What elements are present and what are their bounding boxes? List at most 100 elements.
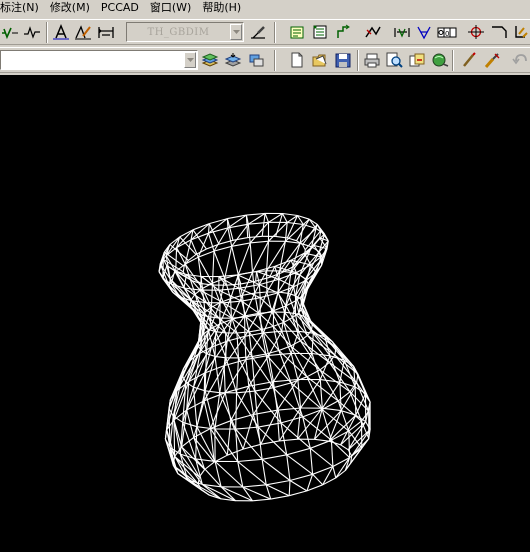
- menu-modify[interactable]: 修改(M): [44, 1, 95, 15]
- menu-window[interactable]: 窗口(W): [144, 1, 196, 15]
- wire-edge: [348, 430, 351, 458]
- layer-state-icon[interactable]: [223, 51, 243, 69]
- wire-edge: [231, 316, 247, 319]
- wire-edge: [330, 440, 334, 467]
- wire-edge: [203, 400, 212, 429]
- new-file-icon[interactable]: [287, 51, 307, 69]
- match-properties-icon[interactable]: [459, 51, 479, 69]
- wire-edge: [179, 453, 203, 485]
- wire-edge: [289, 490, 308, 497]
- wire-edge: [259, 314, 262, 330]
- dimension-check-icon[interactable]: [0, 23, 20, 41]
- wire-edge: [340, 444, 349, 451]
- dimension-style-combo[interactable]: TH_GBDIM: [126, 22, 244, 42]
- wire-edge: [238, 356, 253, 359]
- wire-edge: [309, 447, 334, 467]
- surface-finish-icon[interactable]: [414, 23, 434, 41]
- toolbar-separator: [274, 50, 276, 71]
- wire-edge: [214, 355, 226, 359]
- wire-edge: [213, 250, 226, 279]
- wire-edge: [231, 223, 249, 247]
- menu-pccad[interactable]: PCCAD: [95, 1, 144, 15]
- wire-edge: [302, 244, 306, 250]
- undo-icon[interactable]: [510, 51, 530, 69]
- wire-edge: [278, 350, 292, 384]
- render-icon[interactable]: [430, 51, 450, 69]
- wire-edge: [259, 278, 279, 286]
- wire-edge: [182, 422, 197, 460]
- wire-edge: [273, 382, 292, 389]
- wire-edge: [311, 352, 331, 357]
- layer-previous-icon[interactable]: [246, 51, 266, 69]
- open-file-icon[interactable]: [310, 51, 330, 69]
- wire-edge: [204, 461, 215, 470]
- menu-help[interactable]: 帮助(H): [196, 1, 246, 15]
- toolbar-separator: [357, 50, 359, 71]
- wire-edge: [312, 465, 334, 475]
- print-icon[interactable]: [362, 51, 382, 69]
- wire-edge: [249, 329, 262, 333]
- edit-dimension-icon[interactable]: [73, 23, 93, 41]
- tolerance-frame-icon[interactable]: 0: [437, 23, 457, 41]
- wire-edge: [249, 242, 254, 273]
- hole-table-icon[interactable]: [310, 23, 330, 41]
- chevron-down-icon[interactable]: [230, 24, 242, 40]
- toolbar-separator: [274, 22, 276, 43]
- chevron-down-icon[interactable]: [184, 52, 196, 68]
- wire-edge: [247, 224, 251, 243]
- wire-edge: [306, 484, 323, 492]
- wire-edge: [237, 270, 257, 276]
- break-line-icon[interactable]: [22, 23, 42, 41]
- wire-edge: [237, 458, 263, 463]
- wire-edge: [237, 242, 251, 275]
- wire-edge: [306, 474, 314, 492]
- wire-edge: [351, 429, 371, 457]
- wire-edge: [273, 292, 279, 311]
- wire-edge: [268, 222, 288, 242]
- layer-combo[interactable]: [0, 50, 198, 70]
- vase-wireframe-model: [158, 212, 371, 502]
- toolbar-separator: [46, 22, 48, 43]
- wire-edge: [286, 447, 311, 456]
- dimension-update-icon[interactable]: [248, 23, 268, 41]
- wire-edge: [235, 426, 259, 430]
- layer-manager-icon[interactable]: [200, 51, 220, 69]
- wire-edge: [196, 390, 206, 427]
- wire-edge: [190, 239, 199, 258]
- leader-icon[interactable]: [287, 23, 307, 41]
- fit-tolerance-icon[interactable]: [512, 23, 530, 41]
- save-icon[interactable]: [333, 51, 353, 69]
- model-viewport[interactable]: [0, 75, 530, 552]
- brush-icon[interactable]: [482, 51, 502, 69]
- plot-preview-icon[interactable]: [384, 51, 404, 69]
- wire-edge: [298, 331, 313, 354]
- wire-edge: [244, 332, 264, 337]
- text-style-icon[interactable]: [51, 23, 71, 41]
- wire-edge: [288, 480, 291, 496]
- menu-dimension[interactable]: 标注(N): [0, 1, 44, 15]
- wire-edge: [252, 498, 271, 502]
- wire-edge: [236, 357, 240, 393]
- publish-icon[interactable]: [407, 51, 427, 69]
- welding-icon[interactable]: [363, 23, 383, 41]
- wire-edge: [238, 284, 260, 289]
- wire-edge: [287, 237, 297, 242]
- wire-edge: [207, 223, 210, 234]
- wire-edge: [279, 438, 298, 442]
- center-mark-icon[interactable]: [466, 23, 486, 41]
- roughness-icon[interactable]: [392, 23, 412, 41]
- dimension-style-value: TH_GBDIM: [147, 26, 210, 38]
- wire-edge: [365, 393, 371, 403]
- datum-icon[interactable]: [333, 23, 353, 41]
- section-line-icon[interactable]: [489, 23, 509, 41]
- wire-edge: [182, 266, 185, 272]
- wire-edge: [214, 428, 239, 462]
- wire-edge: [254, 387, 274, 392]
- align-dimension-icon[interactable]: [96, 23, 116, 41]
- wire-edge: [321, 409, 332, 441]
- wire-edge: [214, 392, 221, 430]
- wire-edge: [248, 386, 254, 415]
- wire-edge: [261, 325, 274, 331]
- wire-edge: [284, 222, 288, 242]
- wire-edge: [236, 392, 259, 428]
